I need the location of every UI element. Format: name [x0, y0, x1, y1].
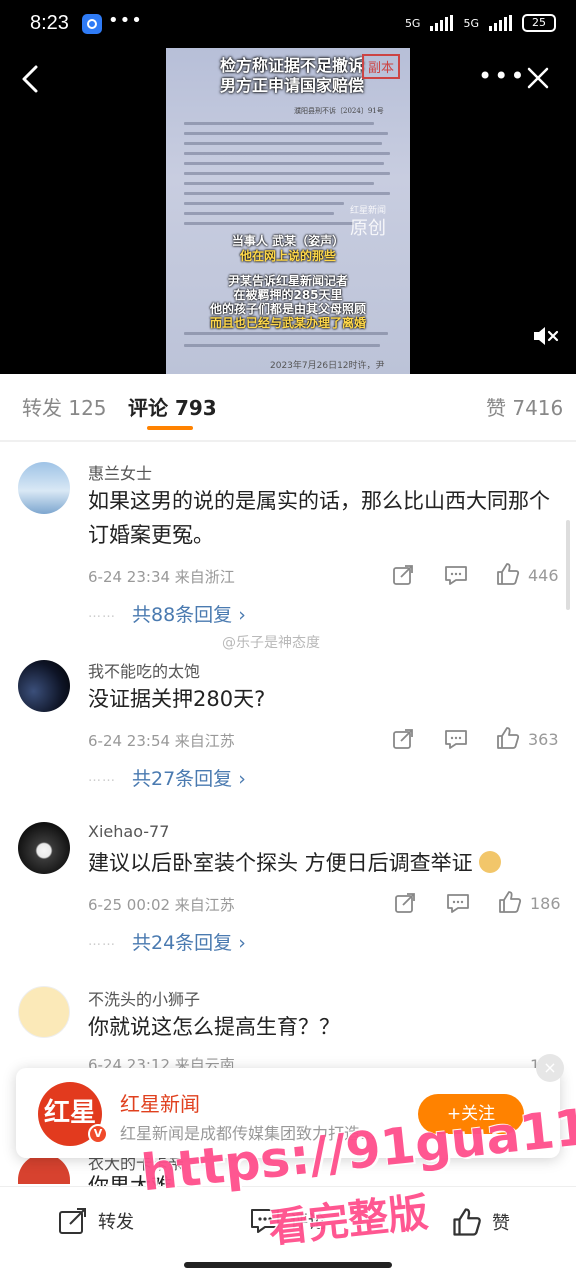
view-replies-link[interactable]: 共27条回复 ›	[132, 764, 246, 791]
status-bar: 8:23 ••• 5G 5G 25	[0, 0, 576, 48]
video-subtitle-5: 他的孩子们都是由其父母照顾	[209, 302, 366, 316]
home-indicator[interactable]	[184, 1262, 392, 1268]
like-label: 赞	[492, 1213, 510, 1234]
signal-strength-icon	[430, 15, 454, 31]
comment-text: 没证据关押280天?	[88, 687, 266, 711]
doc-text-line	[184, 172, 390, 175]
doc-text-line	[184, 212, 334, 215]
signal-strength-icon-2	[489, 15, 512, 31]
reply-comment-icon[interactable]	[446, 892, 470, 914]
more-notifications-icon: •••	[108, 10, 143, 31]
like-count: 186	[530, 894, 561, 913]
more-options-icon[interactable]: •••	[478, 62, 526, 90]
doc-text-line	[184, 222, 354, 225]
thumbs-up-icon[interactable]	[498, 890, 522, 914]
comment-username[interactable]: Xiehao-77	[88, 822, 169, 841]
active-tab-indicator	[147, 426, 193, 430]
video-player[interactable]: 检方称证据不足撤诉 男方正申请国家赔偿 副本 濮阳县刑不诉〔2024〕91号 当…	[0, 48, 576, 374]
document-stamp: 副本	[361, 54, 400, 79]
thumbs-up-icon[interactable]	[496, 562, 520, 586]
repost-label: 转发	[98, 1212, 134, 1233]
close-icon[interactable]	[526, 66, 550, 90]
video-headline-2: 男方正申请国家赔偿	[219, 76, 364, 95]
document-number: 濮阳县刑不诉〔2024〕91号	[294, 107, 384, 115]
back-arrow-icon[interactable]	[16, 64, 44, 94]
thumbs-up-icon	[453, 1208, 481, 1236]
status-right: 5G 5G 25	[405, 14, 556, 32]
comment-meta: 6-24 23:34 来自浙江	[88, 568, 235, 586]
tab-repost[interactable]: 转发 125	[22, 392, 107, 421]
divider	[0, 440, 576, 442]
doc-text-line	[184, 182, 374, 185]
tab-comments[interactable]: 评论 793	[128, 392, 217, 421]
reply-comment-icon[interactable]	[444, 728, 468, 750]
view-replies-link[interactable]: 共88条回复 ›	[132, 600, 246, 627]
video-subtitle-4: 在被羁押的285天里	[233, 288, 343, 302]
share-icon[interactable]	[394, 892, 416, 914]
share-icon	[59, 1208, 86, 1234]
doc-text-line	[184, 192, 390, 195]
app-notification-icon	[82, 14, 102, 34]
avatar[interactable]	[18, 822, 70, 874]
doc-text-line	[184, 152, 390, 155]
doc-text-line	[184, 132, 388, 135]
video-subtitle-3: 尹某告诉红星新闻记者	[227, 274, 348, 288]
tab-likes[interactable]: 赞 7416	[486, 392, 563, 421]
thumbs-up-icon[interactable]	[496, 726, 520, 750]
doc-text-line	[184, 122, 374, 125]
avatar[interactable]	[18, 986, 70, 1038]
close-card-icon[interactable]: ×	[536, 1054, 564, 1082]
comment-text: 你就说这怎么提高生育？？	[88, 1015, 340, 1039]
video-watermark: 红星新闻 原创	[350, 202, 386, 238]
comment-meta: 6-24 23:54 来自江苏	[88, 732, 235, 750]
like-count: 446	[528, 566, 559, 585]
avatar[interactable]	[18, 462, 70, 514]
mute-speaker-icon[interactable]	[532, 324, 560, 348]
status-time: 8:23	[30, 12, 69, 34]
video-watermark-big: 原创	[350, 218, 386, 239]
verified-badge-icon: V	[88, 1124, 108, 1144]
share-icon[interactable]	[392, 564, 414, 586]
scrollbar[interactable]	[566, 520, 570, 610]
comment-text: 如果这男的说的是属实的话，那么比山西大同那个订婚案更冤。	[88, 489, 550, 547]
repost-button[interactable]: 转发	[58, 1207, 134, 1235]
battery-icon: 25	[522, 14, 556, 32]
video-frame-document: 检方称证据不足撤诉 男方正申请国家赔偿 副本 濮阳县刑不诉〔2024〕91号 当…	[166, 48, 410, 374]
tab-bar: 转发 125 评论 793 赞 7416	[0, 374, 576, 434]
reply-dots: ……	[88, 770, 116, 785]
view-replies-link[interactable]: 共24条回复 ›	[132, 928, 246, 955]
reply-dots: ……	[88, 606, 116, 621]
comment-text: 建议以后卧室装个探头 方便日后调查举证	[88, 846, 558, 880]
doge-emoji-icon	[479, 851, 502, 873]
weibo-watermark: @乐子是神态度	[222, 635, 320, 651]
doc-text-line	[184, 142, 382, 145]
like-count: 363	[528, 730, 559, 749]
signal-5g-label-1: 5G	[404, 16, 421, 30]
doc-text-line	[184, 332, 388, 335]
video-subtitle-6: 而且也已经与武某办理了离婚	[209, 316, 366, 330]
doc-text-line	[184, 162, 384, 165]
like-button[interactable]: 赞	[452, 1207, 510, 1237]
signal-5g-label-2: 5G	[463, 16, 479, 30]
comment-meta: 6-25 00:02 来自江苏	[88, 896, 235, 914]
comment-username[interactable]: 惠兰女士	[88, 460, 152, 484]
doc-text-line	[184, 202, 344, 205]
comment-username[interactable]: 我不能吃的太饱	[88, 658, 200, 682]
doc-text-line	[184, 344, 380, 347]
comment-text-content: 建议以后卧室装个探头 方便日后调查举证	[88, 851, 473, 875]
avatar[interactable]	[18, 660, 70, 712]
avatar[interactable]	[18, 1154, 70, 1184]
account-name[interactable]: 红星新闻	[120, 1088, 200, 1117]
share-icon[interactable]	[392, 728, 414, 750]
reply-comment-icon[interactable]	[444, 564, 468, 586]
reply-dots: ……	[88, 934, 116, 949]
comment-username[interactable]: 不洗头的小狮子	[88, 986, 200, 1010]
document-footer-text: 2023年7月26日12时许，尹	[270, 361, 385, 371]
video-subtitle-2: 他在网上说的那些	[239, 249, 336, 263]
